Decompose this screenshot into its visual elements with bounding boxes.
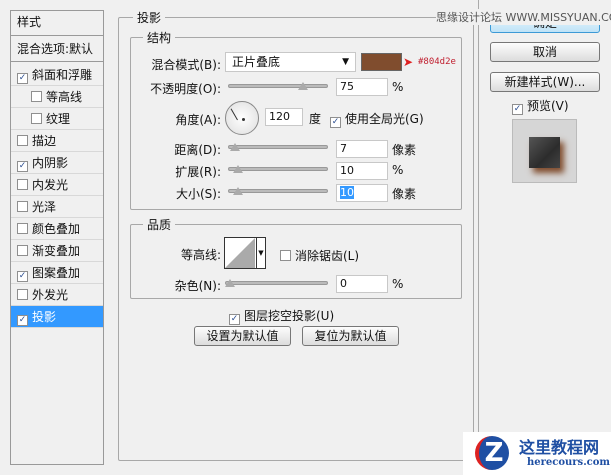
size-slider[interactable]	[228, 187, 328, 195]
sidebar-item-label: 图案叠加	[32, 266, 81, 280]
sidebar-item-blend-options[interactable]: 混合选项:默认	[11, 38, 103, 62]
sidebar-item-label: 等高线	[46, 90, 83, 104]
quality-title: 品质	[143, 216, 176, 233]
sidebar-item[interactable]: 纹理	[11, 108, 103, 130]
watermark-top: 思缘设计论坛 WWW.MISSYUAN.COM	[436, 9, 611, 25]
blend-mode-label: 混合模式(B):	[151, 58, 221, 72]
angle-input[interactable]: 120	[265, 108, 303, 126]
size-value: 10	[340, 186, 354, 199]
noise-slider[interactable]	[225, 279, 328, 287]
new-style-button[interactable]: 新建样式(W)...	[490, 72, 600, 92]
set-default-button[interactable]: 设置为默认值	[194, 326, 291, 346]
divider	[478, 0, 479, 475]
distance-label: 距离(D):	[174, 143, 221, 157]
opacity-unit: %	[392, 80, 404, 94]
sidebar-item-label: 颜色叠加	[32, 222, 81, 236]
reset-default-button[interactable]: 复位为默认值	[302, 326, 399, 346]
logo-text-en: herecours.com	[527, 457, 611, 468]
checkbox[interactable]	[31, 113, 42, 124]
global-light-checkbox[interactable]: ✓ 使用全局光(G)	[330, 110, 424, 128]
styles-sidebar: 样式 混合选项:默认 ✓ 斜面和浮雕等高线纹理描边 ✓ 内阴影内发光光泽颜色叠加渐变叠…	[10, 10, 104, 465]
sidebar-item[interactable]: ✓ 投影	[11, 306, 103, 328]
styles-title: 样式	[11, 11, 103, 36]
antialias-checkbox[interactable]: 消除锯齿(L)	[280, 247, 359, 264]
chevron-down-icon: ▼	[256, 238, 265, 268]
sidebar-item[interactable]: ✓ 图案叠加	[11, 262, 103, 284]
size-input[interactable]: 10	[336, 184, 388, 202]
spread-unit: %	[392, 163, 404, 177]
panel-title: 投影	[133, 9, 166, 26]
shadow-color-swatch[interactable]	[361, 53, 402, 71]
knockout-checkbox[interactable]: ✓ 图层挖空投影(U)	[229, 307, 334, 325]
opacity-label: 不透明度(O):	[150, 82, 221, 96]
arrow-icon: ➤	[403, 55, 414, 69]
distance-unit: 像素	[392, 143, 417, 157]
contour-picker[interactable]: ▼	[224, 237, 266, 269]
preview-swatch	[529, 137, 560, 168]
sidebar-item-label: 纹理	[46, 112, 71, 126]
noise-input[interactable]: 0	[336, 275, 388, 293]
checkbox[interactable]: ✓	[17, 73, 28, 84]
sidebar-item[interactable]: 渐变叠加	[11, 240, 103, 262]
checkbox[interactable]	[17, 223, 28, 234]
sidebar-item[interactable]: 等高线	[11, 86, 103, 108]
blend-mode-value: 正片叠底	[232, 55, 281, 69]
checkbox[interactable]	[31, 91, 42, 102]
logo-z-icon: Z	[475, 436, 509, 470]
sidebar-item[interactable]: 光泽	[11, 196, 103, 218]
sidebar-item[interactable]: 描边	[11, 130, 103, 152]
sidebar-item-label: 渐变叠加	[32, 244, 81, 258]
logo-text-cn: 这里教程网	[519, 438, 600, 457]
opacity-input[interactable]: 75	[336, 78, 388, 96]
sidebar-item[interactable]: 颜色叠加	[11, 218, 103, 240]
noise-label: 杂色(N):	[174, 279, 221, 293]
distance-input[interactable]: 7	[336, 140, 388, 158]
contour-label: 等高线:	[180, 248, 221, 262]
spread-label: 扩展(R):	[175, 165, 221, 179]
site-logo: Z 这里教程网 herecours.com	[463, 432, 611, 475]
size-unit: 像素	[392, 187, 417, 201]
sidebar-item-label: 投影	[32, 310, 57, 324]
opacity-slider[interactable]	[228, 82, 328, 90]
antialias-label: 消除锯齿(L)	[295, 249, 360, 263]
sidebar-item[interactable]: ✓ 斜面和浮雕	[11, 64, 103, 86]
sidebar-item-label: 描边	[32, 134, 57, 148]
preview-label: 预览(V)	[527, 99, 569, 113]
blend-mode-select[interactable]: 正片叠底 ▼	[225, 52, 356, 72]
global-light-label: 使用全局光(G)	[345, 112, 424, 126]
noise-unit: %	[392, 277, 404, 291]
sidebar-item[interactable]: 外发光	[11, 284, 103, 306]
checkbox[interactable]: ✓	[17, 271, 28, 282]
distance-slider[interactable]	[228, 143, 328, 151]
structure-title: 结构	[143, 29, 176, 46]
style-preview	[512, 119, 577, 183]
checkbox[interactable]: ✓	[17, 315, 28, 326]
angle-label: 角度(A):	[175, 113, 221, 127]
chevron-down-icon: ▼	[342, 57, 349, 67]
sidebar-item-label: 斜面和浮雕	[32, 68, 93, 82]
checkbox[interactable]: ✓	[17, 161, 28, 172]
knockout-label: 图层挖空投影(U)	[244, 309, 335, 323]
size-label: 大小(S):	[175, 187, 221, 201]
sidebar-item-label: 内发光	[32, 178, 69, 192]
checkbox[interactable]	[17, 179, 28, 190]
checkbox[interactable]	[17, 289, 28, 300]
checkbox[interactable]	[17, 245, 28, 256]
checkbox[interactable]	[17, 135, 28, 146]
angle-unit: 度	[309, 112, 322, 126]
sidebar-item[interactable]: ✓ 内阴影	[11, 152, 103, 174]
contour-linear-icon	[225, 238, 255, 268]
cancel-button[interactable]: 取消	[490, 42, 600, 62]
sidebar-item-label: 外发光	[32, 288, 69, 302]
color-annotation: #804d2e	[418, 57, 456, 67]
sidebar-item-label: 内阴影	[32, 156, 69, 170]
sidebar-item-label: 光泽	[32, 200, 57, 214]
spread-slider[interactable]	[228, 165, 328, 173]
angle-dial[interactable]	[225, 101, 259, 135]
spread-input[interactable]: 10	[336, 162, 388, 180]
checkbox[interactable]	[17, 201, 28, 212]
sidebar-item[interactable]: 内发光	[11, 174, 103, 196]
preview-checkbox[interactable]: ✓ 预览(V)	[512, 97, 569, 115]
